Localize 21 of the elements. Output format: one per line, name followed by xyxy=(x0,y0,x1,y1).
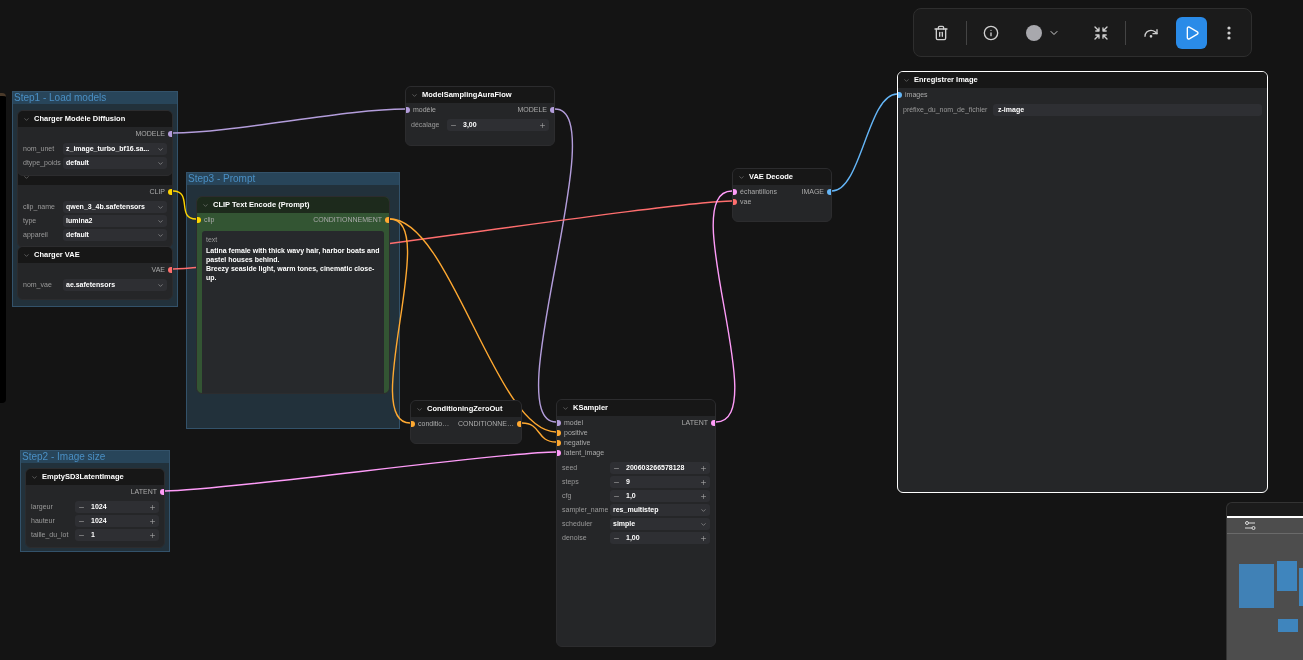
plus-icon[interactable] xyxy=(149,503,156,511)
group-title: Step3 - Prompt xyxy=(188,174,256,184)
color-swatch-icon xyxy=(1026,24,1042,41)
more-icon xyxy=(1227,25,1232,40)
plus-icon[interactable] xyxy=(149,531,156,539)
plus-icon[interactable] xyxy=(700,464,707,472)
info-icon xyxy=(983,24,1000,41)
plus-icon[interactable] xyxy=(149,517,156,525)
plus-icon[interactable] xyxy=(700,492,707,500)
plus-icon[interactable] xyxy=(700,534,707,542)
group-title: Step1 - Load models xyxy=(14,93,107,103)
group-frame[interactable] xyxy=(12,91,178,307)
group-title: Step2 - Image size xyxy=(22,452,106,462)
run-button[interactable] xyxy=(1175,16,1208,49)
trash-icon xyxy=(932,24,949,41)
shrink-icon xyxy=(1092,24,1109,41)
plus-icon[interactable] xyxy=(539,121,546,129)
plus-icon[interactable] xyxy=(700,478,707,486)
sliders-icon[interactable] xyxy=(1245,521,1256,530)
minimap[interactable] xyxy=(1226,502,1303,660)
chevron-down-icon xyxy=(157,281,164,289)
